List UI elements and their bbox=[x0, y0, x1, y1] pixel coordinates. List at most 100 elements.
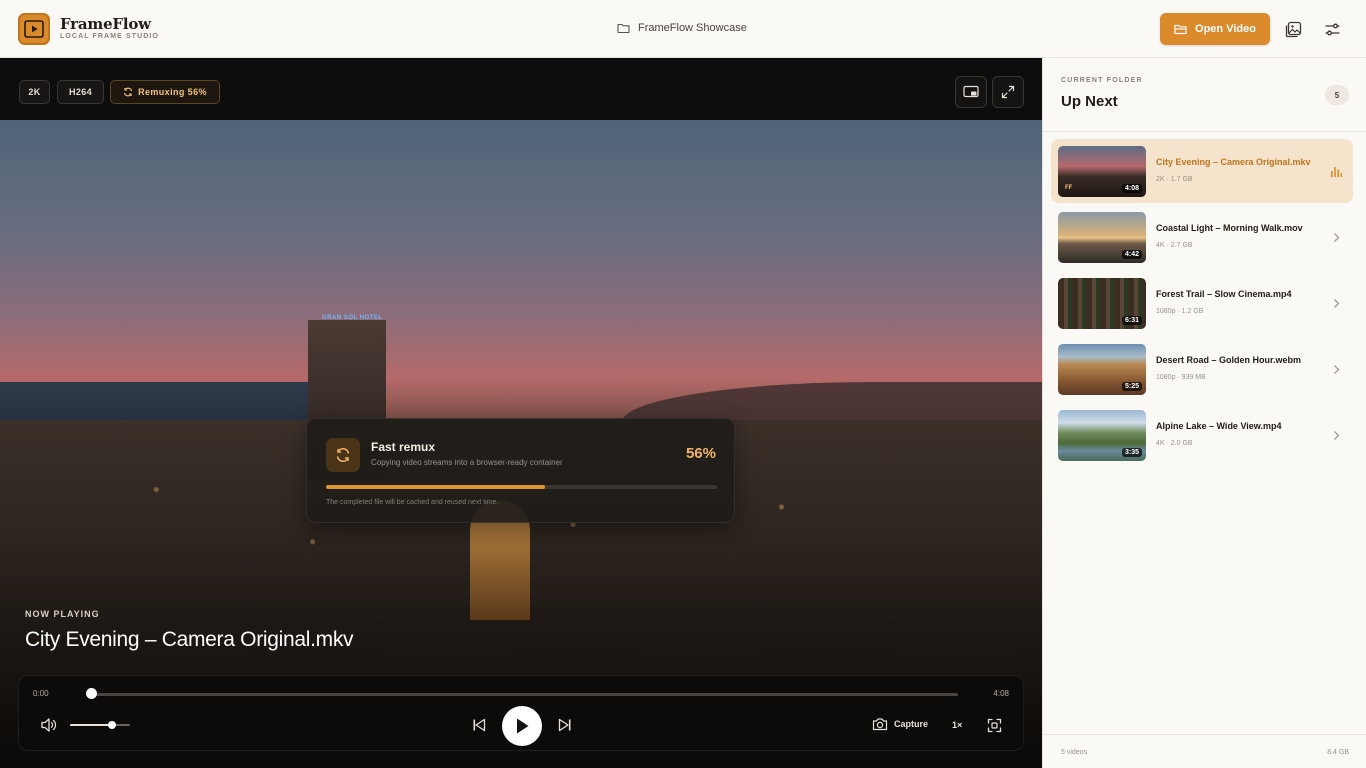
video-duration: 5:25 bbox=[1121, 382, 1142, 391]
remux-icon-box bbox=[326, 438, 360, 472]
remux-progress-fill bbox=[326, 485, 545, 489]
playback-controls: 0:00 4:08 Capture 1× bbox=[18, 675, 1024, 751]
remux-progress-card: Fast remux Copying video streams into a … bbox=[306, 418, 735, 523]
video-duration: 3:35 bbox=[1121, 448, 1142, 457]
capture-frame-button[interactable]: Capture bbox=[872, 717, 928, 731]
previous-button[interactable] bbox=[469, 716, 489, 734]
now-playing-indicator bbox=[1328, 163, 1344, 179]
video-title: City Evening – Camera Original.mkv bbox=[1156, 157, 1311, 167]
picture-in-picture-button[interactable] bbox=[955, 76, 987, 108]
player-toolbar: 2K H264 Remuxing 56% bbox=[0, 58, 1042, 120]
fullscreen-button[interactable] bbox=[992, 76, 1024, 108]
video-duration: 4:08 bbox=[1121, 184, 1142, 193]
sliders-icon bbox=[1324, 23, 1340, 35]
playback-speed-button[interactable]: 1× bbox=[952, 720, 962, 730]
video-title: Coastal Light – Morning Walk.mov bbox=[1156, 223, 1303, 233]
folder-icon bbox=[617, 23, 630, 34]
volume-handle[interactable] bbox=[108, 721, 116, 729]
remux-progress-bar bbox=[326, 485, 717, 489]
resolution-chip: 2K bbox=[19, 80, 50, 104]
picture-in-picture-icon bbox=[963, 85, 979, 98]
time-total: 4:08 bbox=[993, 689, 1009, 698]
remux-status-label: Remuxing 56% bbox=[138, 87, 207, 97]
chevron-right-icon bbox=[1328, 427, 1344, 443]
resolution-label: 2K bbox=[28, 87, 41, 97]
codec-chip: H264 bbox=[57, 80, 104, 104]
remux-percent: 56% bbox=[685, 445, 716, 462]
video-count-badge: 5 bbox=[1325, 85, 1349, 105]
current-folder-breadcrumb[interactable]: FrameFlow Showcase bbox=[617, 20, 747, 36]
screenshot-fit-button[interactable] bbox=[984, 716, 1004, 734]
sidebar-footer: 5 videos 8.4 GB bbox=[1043, 734, 1366, 768]
playlist-item[interactable]: 3:35 Alpine Lake – Wide View.mp4 4K · 2.… bbox=[1051, 403, 1353, 467]
capture-label: Capture bbox=[894, 719, 929, 729]
open-video-label: Open Video bbox=[1195, 23, 1256, 35]
video-meta: 1080p · 1.2 GB bbox=[1156, 308, 1204, 315]
brand-tagline: LOCAL FRAME STUDIO bbox=[60, 33, 160, 40]
volume-icon bbox=[41, 718, 57, 732]
video-meta: 4K · 2.0 GB bbox=[1156, 440, 1193, 447]
expand-icon bbox=[1001, 85, 1015, 99]
chevron-right-icon bbox=[1328, 229, 1344, 245]
playlist-item[interactable]: 5:25 Desert Road – Golden Hour.webm 1080… bbox=[1051, 337, 1353, 401]
video-player: 2K H264 Remuxing 56% GRAN SOL HOTEL Fast… bbox=[0, 58, 1042, 768]
playlist-item[interactable]: 6:31 Forest Trail – Slow Cinema.mp4 1080… bbox=[1051, 271, 1353, 335]
video-duration: 6:31 bbox=[1121, 316, 1142, 325]
video-meta: 2K · 1.7 GB bbox=[1156, 176, 1193, 183]
focus-frame-icon bbox=[987, 718, 1001, 732]
skip-previous-icon bbox=[473, 718, 486, 732]
seek-bar[interactable] bbox=[91, 693, 958, 696]
volume-slider[interactable] bbox=[70, 724, 130, 726]
refresh-icon bbox=[336, 447, 350, 463]
brand-name: FrameFlow bbox=[60, 15, 151, 33]
sidebar-section-label: CURRENT FOLDER bbox=[1061, 77, 1143, 84]
up-next-sidebar: CURRENT FOLDER Up Next 5 FF 4:08 City Ev… bbox=[1042, 58, 1366, 768]
mute-button[interactable] bbox=[39, 716, 59, 734]
video-duration: 4:42 bbox=[1121, 250, 1142, 259]
now-playing-title: City Evening – Camera Original.mkv bbox=[25, 628, 354, 651]
frameflow-logo bbox=[18, 13, 50, 45]
sidebar-title: Up Next bbox=[1061, 93, 1118, 110]
playlist-item[interactable]: 4:42 Coastal Light – Morning Walk.mov 4K… bbox=[1051, 205, 1353, 269]
video-thumbnail: 5:25 bbox=[1058, 344, 1146, 395]
playlist-item[interactable]: FF 4:08 City Evening – Camera Original.m… bbox=[1051, 139, 1353, 203]
skip-next-icon bbox=[558, 718, 571, 732]
gallery-button[interactable] bbox=[1281, 17, 1305, 41]
time-current: 0:00 bbox=[33, 689, 49, 698]
video-title: Forest Trail – Slow Cinema.mp4 bbox=[1156, 289, 1292, 299]
video-scene-hotel-sign: GRAN SOL HOTEL bbox=[322, 315, 383, 321]
seek-handle[interactable] bbox=[86, 688, 97, 699]
settings-button[interactable] bbox=[1320, 17, 1344, 41]
camera-icon bbox=[872, 718, 888, 731]
video-thumbnail: 4:42 bbox=[1058, 212, 1146, 263]
video-scene-hill bbox=[622, 382, 1042, 422]
now-playing-label: NOW PLAYING bbox=[25, 609, 100, 619]
open-video-button[interactable]: Open Video bbox=[1160, 13, 1270, 45]
remux-title: Fast remux bbox=[371, 440, 436, 454]
codec-label: H264 bbox=[68, 87, 93, 97]
sidebar-divider bbox=[1043, 131, 1366, 132]
video-thumbnail: 6:31 bbox=[1058, 278, 1146, 329]
image-gallery-icon bbox=[1285, 21, 1301, 37]
video-total-size: 8.4 GB bbox=[1327, 749, 1349, 756]
remux-subtitle: Copying video streams into a browser-rea… bbox=[371, 458, 563, 467]
video-title: Desert Road – Golden Hour.webm bbox=[1156, 355, 1302, 365]
folder-open-icon bbox=[1174, 24, 1187, 35]
chevron-right-icon bbox=[1328, 295, 1344, 311]
video-total-count: 5 videos bbox=[1061, 749, 1088, 756]
video-meta: 4K · 2.7 GB bbox=[1156, 242, 1193, 249]
chevron-right-icon bbox=[1328, 361, 1344, 377]
next-button[interactable] bbox=[555, 716, 575, 734]
folder-name: FrameFlow Showcase bbox=[638, 22, 747, 34]
app-header: FrameFlow LOCAL FRAME STUDIO FrameFlow S… bbox=[0, 0, 1366, 58]
video-thumbnail: FF 4:08 bbox=[1058, 146, 1146, 197]
remux-status-chip: Remuxing 56% bbox=[110, 80, 220, 104]
play-icon bbox=[517, 718, 529, 734]
remux-note: The completed file will be cached and re… bbox=[326, 499, 499, 506]
video-thumbnail: 3:35 bbox=[1058, 410, 1146, 461]
refresh-icon bbox=[124, 87, 133, 97]
play-button[interactable] bbox=[502, 706, 542, 746]
video-title: Alpine Lake – Wide View.mp4 bbox=[1156, 421, 1282, 431]
equalizer-icon bbox=[1331, 167, 1342, 177]
video-meta: 1080p · 939 MB bbox=[1156, 374, 1206, 381]
